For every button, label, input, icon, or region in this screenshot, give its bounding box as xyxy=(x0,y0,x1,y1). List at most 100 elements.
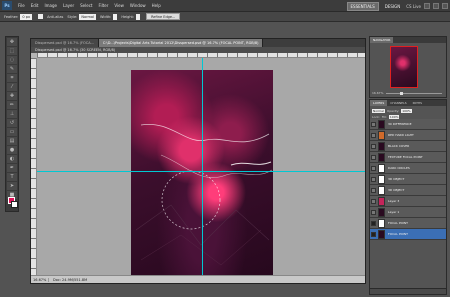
layer-row[interactable]: BLACK COVER xyxy=(370,141,446,152)
layer-name[interactable]: 30 DIFFERENCE xyxy=(388,122,412,126)
minimize-icon[interactable] xyxy=(424,3,430,9)
menu-select[interactable]: Select xyxy=(80,3,92,8)
layer-row[interactable]: 30 DIFFERENCE xyxy=(370,119,446,130)
layer-row[interactable]: DARK CIRCLES xyxy=(370,163,446,174)
healing-brush-tool-icon[interactable]: ✚ xyxy=(7,92,17,100)
layer-name[interactable]: RED HARD LIGHT xyxy=(388,133,414,137)
eraser-tool-icon[interactable]: ▭ xyxy=(7,128,17,136)
cs-live-button[interactable]: CS Live xyxy=(406,4,421,9)
visibility-eye-icon[interactable] xyxy=(371,143,376,149)
status-bar: 16.67% Doc: 24.9M/551.8M xyxy=(31,275,365,283)
layer-thumbnail xyxy=(378,196,385,206)
document-tab[interactable]: Disspersed.psd @ 16.7% (FOCA... xyxy=(31,39,99,47)
blur-tool-icon[interactable]: ● xyxy=(7,146,17,154)
horizontal-guide[interactable] xyxy=(37,171,365,172)
path-selection-tool-icon[interactable]: ➤ xyxy=(7,182,17,190)
visibility-eye-icon[interactable] xyxy=(371,231,376,237)
refine-edge-button[interactable]: Refine Edge... xyxy=(146,13,181,20)
history-brush-tool-icon[interactable]: ↺ xyxy=(7,119,17,127)
clone-stamp-tool-icon[interactable]: ⊥ xyxy=(7,110,17,118)
eyedropper-tool-icon[interactable]: ⁄ xyxy=(7,83,17,91)
document-window: Disspersed.psd @ 16.7% (FOCA... C:\D...\… xyxy=(30,38,366,284)
layer-name[interactable]: BLACK COVER xyxy=(388,144,409,148)
workspace-design[interactable]: DESIGN xyxy=(382,3,403,10)
layer-row[interactable]: Layer 3 xyxy=(370,196,446,207)
layer-name[interactable]: FOCAL POINT xyxy=(388,221,408,225)
vertical-guide[interactable] xyxy=(202,58,203,275)
workspace-essentials[interactable]: ESSENTIALS xyxy=(346,1,379,11)
navigator-zoom-value[interactable]: 16.67% xyxy=(372,91,383,95)
height-input[interactable] xyxy=(136,13,141,20)
gradient-tool-icon[interactable]: ▤ xyxy=(7,137,17,145)
layer-name[interactable]: Layer 1 xyxy=(388,210,399,214)
menu-edit[interactable]: Edit xyxy=(31,3,39,8)
opacity-input[interactable]: 100% xyxy=(401,108,412,113)
layer-name[interactable]: Layer 3 xyxy=(388,199,399,203)
antialias-checkbox[interactable] xyxy=(38,14,44,19)
tab-channels[interactable]: CHANNELS xyxy=(387,100,409,106)
tools-panel: ✥ ⬚ ◌ ✎ ⌗ ⁄ ✚ ✏ ⊥ ↺ ▭ ▤ ● ◐ ✒ T ➤ ■ xyxy=(5,36,19,212)
visibility-eye-icon[interactable] xyxy=(371,209,376,215)
blend-mode-select[interactable]: Normal xyxy=(372,108,385,113)
layer-row[interactable]: 3D OBJECT xyxy=(370,174,446,185)
quick-select-tool-icon[interactable]: ✎ xyxy=(7,65,17,73)
layer-row[interactable]: FOCAL POINT xyxy=(370,218,446,229)
lock-label: Lock: xyxy=(372,114,380,119)
layer-name[interactable]: TEXTURE FOCAL POINT xyxy=(388,155,423,159)
navigator-zoom-handle[interactable] xyxy=(400,92,403,95)
tab-navigator[interactable]: NAVIGATOR xyxy=(370,37,394,43)
brush-tool-icon[interactable]: ✏ xyxy=(7,101,17,109)
visibility-eye-icon[interactable] xyxy=(371,220,376,226)
layer-thumbnail xyxy=(378,218,385,228)
navigator-panel: NAVIGATOR 16.67% xyxy=(369,36,447,98)
pen-tool-icon[interactable]: ✒ xyxy=(7,164,17,172)
menu-image[interactable]: Image xyxy=(44,3,57,8)
visibility-eye-icon[interactable] xyxy=(371,154,376,160)
menu-filter[interactable]: Filter xyxy=(98,3,108,8)
lasso-tool-icon[interactable]: ◌ xyxy=(7,56,17,64)
visibility-eye-icon[interactable] xyxy=(371,187,376,193)
crop-tool-icon[interactable]: ⌗ xyxy=(7,74,17,82)
tab-paths[interactable]: PATHS xyxy=(410,100,425,106)
menu-file[interactable]: File xyxy=(18,3,25,8)
layer-row[interactable]: 3D OBJECT xyxy=(370,185,446,196)
menu-help[interactable]: Help xyxy=(152,3,161,8)
width-input[interactable] xyxy=(113,13,118,20)
photoshop-logo: Ps xyxy=(2,1,12,10)
background-color-swatch[interactable] xyxy=(11,201,18,208)
document-tabs: Disspersed.psd @ 16.7% (FOCA... C:\D...\… xyxy=(31,39,365,47)
canvas-area[interactable] xyxy=(37,58,365,275)
document-tab-active[interactable]: C:\D...\Projects\Digital Arts Tutorial 2… xyxy=(98,39,264,47)
visibility-eye-icon[interactable] xyxy=(371,176,376,182)
layer-row[interactable]: RED HARD LIGHT xyxy=(370,130,446,141)
layer-thumbnail xyxy=(378,185,385,195)
tab-layers[interactable]: LAYERS xyxy=(370,100,388,106)
visibility-eye-icon[interactable] xyxy=(371,198,376,204)
type-tool-icon[interactable]: T xyxy=(7,173,17,181)
navigator-zoom-slider[interactable] xyxy=(386,92,442,95)
layer-name[interactable]: 3D OBJECT xyxy=(388,177,404,181)
layer-name[interactable]: DARK CIRCLES xyxy=(388,166,410,170)
marquee-tool-icon[interactable]: ⬚ xyxy=(7,47,17,55)
visibility-eye-icon[interactable] xyxy=(371,132,376,138)
fill-input[interactable]: 100% xyxy=(388,114,400,119)
feather-input[interactable]: 0 px xyxy=(20,13,33,20)
layer-row[interactable]: FOCAL POINT xyxy=(370,229,446,240)
navigator-thumbnail[interactable] xyxy=(390,46,418,88)
maximize-icon[interactable] xyxy=(433,3,439,9)
layer-row[interactable]: TEXTURE FOCAL POINT xyxy=(370,152,446,163)
menu-layer[interactable]: Layer xyxy=(63,3,74,8)
layer-name[interactable]: 3D OBJECT xyxy=(388,188,404,192)
visibility-eye-icon[interactable] xyxy=(371,165,376,171)
move-tool-icon[interactable]: ✥ xyxy=(7,38,17,46)
layer-thumbnail xyxy=(378,163,385,173)
layer-row[interactable]: Layer 1 xyxy=(370,207,446,218)
zoom-level[interactable]: 16.67% xyxy=(31,277,49,282)
dodge-tool-icon[interactable]: ◐ xyxy=(7,155,17,163)
close-icon[interactable] xyxy=(442,3,448,9)
style-select[interactable]: Normal xyxy=(79,13,96,20)
menu-view[interactable]: View xyxy=(114,3,124,8)
visibility-eye-icon[interactable] xyxy=(371,121,376,127)
menu-window[interactable]: Window xyxy=(130,3,146,8)
layer-name[interactable]: FOCAL POINT xyxy=(388,232,408,236)
